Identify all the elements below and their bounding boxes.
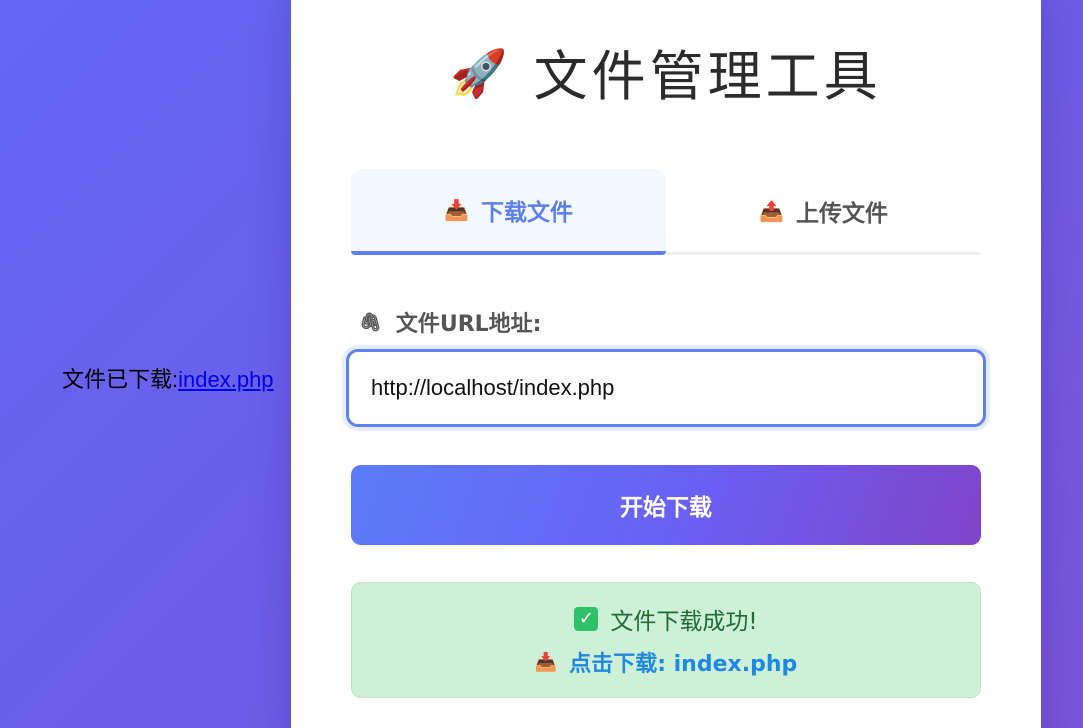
download-status-text: 文件已下载:index.php — [62, 362, 274, 394]
url-field-label: 🖇 文件URL地址: — [359, 306, 541, 338]
download-file-link[interactable]: 📥 点击下载: index.php — [535, 646, 797, 678]
rocket-icon: 🚀 — [450, 46, 512, 100]
check-icon: ✓ — [574, 607, 599, 631]
inbox-download-icon: 📥 — [444, 198, 469, 222]
page-title-text: 文件管理工具 — [533, 45, 882, 108]
start-download-button[interactable]: 开始下载 — [351, 465, 981, 545]
url-field-label-text: 文件URL地址: — [395, 312, 542, 337]
tab-upload[interactable]: 📤 上传文件 — [666, 169, 981, 252]
status-file-link[interactable]: index.php — [178, 367, 273, 392]
url-input[interactable] — [346, 349, 986, 427]
success-alert: ✓ 文件下载成功! 📥 点击下载: index.php — [351, 582, 981, 698]
outbox-upload-icon: 📤 — [759, 198, 784, 223]
tab-download-label: 下载文件 — [480, 200, 573, 226]
page-title: 🚀 文件管理工具 — [291, 32, 1041, 111]
download-file-link-text: 点击下载: index.php — [569, 652, 798, 677]
success-message-text: 文件下载成功! — [610, 609, 758, 635]
tab-bar: 📥 下载文件 📤 上传文件 — [351, 169, 981, 255]
tab-download[interactable]: 📥 下载文件 — [351, 169, 666, 255]
status-label: 文件已下载: — [62, 367, 179, 392]
paperclip-icon: 🖇 — [359, 311, 382, 333]
file-manager-card: 🚀 文件管理工具 📥 下载文件 📤 上传文件 🖇 文件URL地址: 开始下载 ✓… — [291, 0, 1041, 728]
tab-upload-label: 上传文件 — [795, 200, 888, 227]
inbox-download-icon: 📥 — [534, 651, 558, 673]
success-message: ✓ 文件下载成功! — [574, 602, 758, 636]
